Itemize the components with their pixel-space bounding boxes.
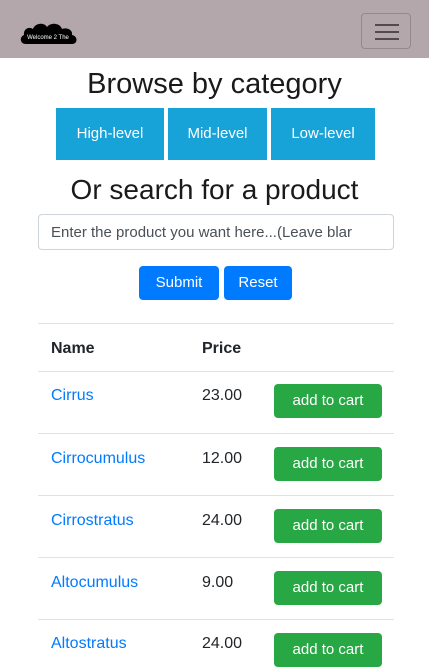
browse-category-heading: Browse by category (87, 68, 342, 100)
product-name-link[interactable]: Altocumulus (51, 574, 138, 592)
product-price: 24.00 (202, 635, 243, 652)
navbar: Welcome 2 The (0, 0, 429, 58)
category-high-level-button[interactable]: High-level (56, 108, 164, 160)
navbar-toggle-button[interactable] (361, 13, 411, 49)
product-search-input[interactable] (38, 214, 394, 250)
reset-button[interactable]: Reset (224, 266, 292, 300)
product-price: 23.00 (202, 387, 243, 404)
cloud-logo[interactable]: Welcome 2 The (18, 20, 82, 46)
add-to-cart-button[interactable]: add to cart (274, 509, 382, 543)
table-divider (38, 557, 394, 558)
product-name-link[interactable]: Altostratus (51, 635, 127, 653)
table-divider (38, 619, 394, 620)
product-name-link[interactable]: Cirrus (51, 387, 94, 405)
category-mid-level-button[interactable]: Mid-level (168, 108, 267, 160)
search-heading: Or search for a product (70, 174, 359, 205)
table-divider (38, 371, 394, 372)
add-to-cart-button[interactable]: add to cart (274, 384, 382, 418)
price-column-header: Price (202, 340, 242, 357)
category-low-level-button[interactable]: Low-level (271, 108, 375, 160)
add-to-cart-button[interactable]: add to cart (274, 571, 382, 605)
product-price: 24.00 (202, 512, 243, 529)
logo-text: Welcome 2 The (27, 35, 69, 41)
table-divider (38, 495, 394, 496)
table-divider (38, 433, 394, 434)
name-column-header: Name (51, 340, 95, 357)
add-to-cart-button[interactable]: add to cart (274, 447, 382, 481)
product-name-link[interactable]: Cirrocumulus (51, 450, 145, 468)
product-price: 9.00 (202, 574, 234, 591)
product-name-link[interactable]: Cirrostratus (51, 512, 134, 530)
submit-button[interactable]: Submit (139, 266, 219, 300)
table-divider (38, 323, 394, 324)
add-to-cart-button[interactable]: add to cart (274, 633, 382, 667)
hamburger-menu-icon (375, 23, 399, 41)
product-price: 12.00 (202, 450, 243, 467)
